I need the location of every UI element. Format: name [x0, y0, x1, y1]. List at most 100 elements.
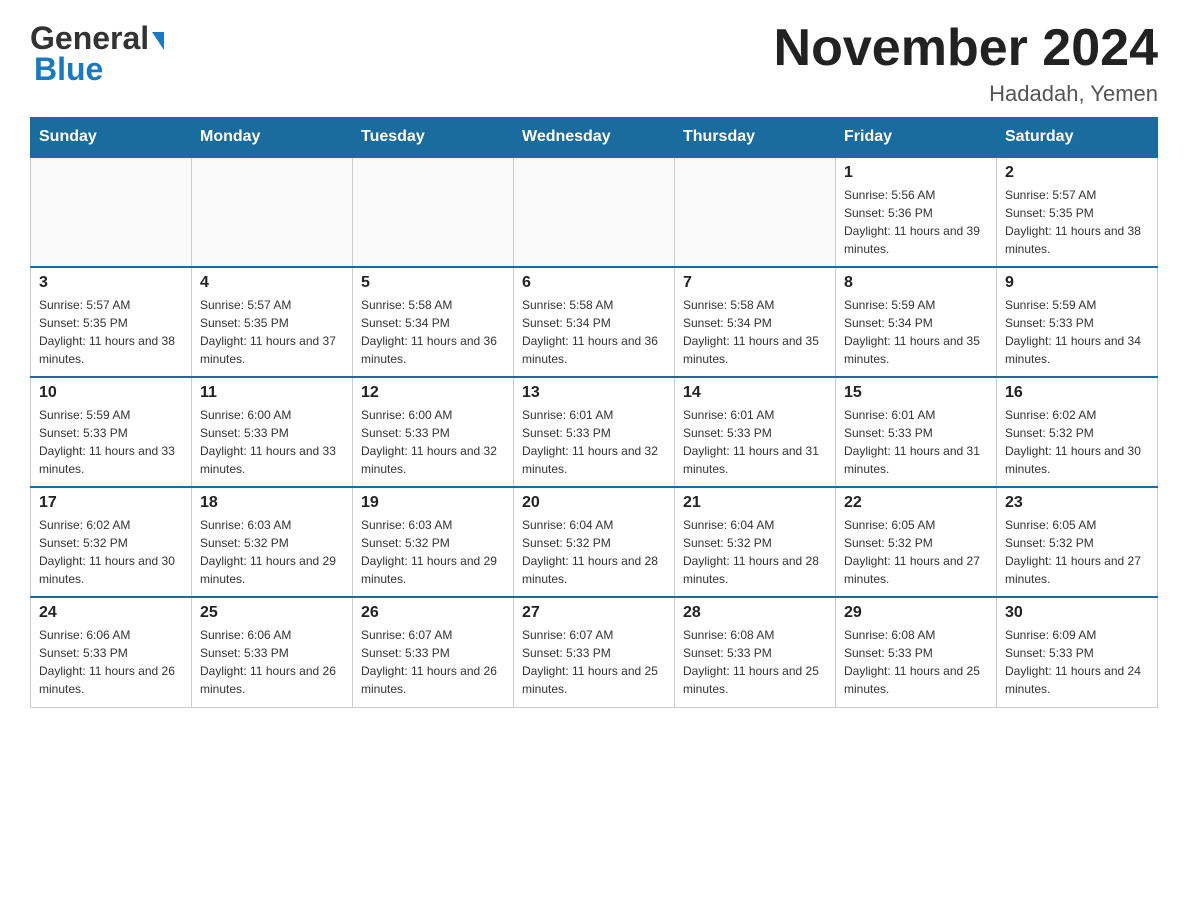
calendar-cell: 13 Sunrise: 6:01 AMSunset: 5:33 PMDayligh… — [514, 377, 675, 487]
day-info: Sunrise: 5:57 AMSunset: 5:35 PMDaylight:… — [1005, 186, 1149, 258]
day-info: Sunrise: 6:04 AMSunset: 5:32 PMDaylight:… — [683, 516, 827, 588]
day-number: 9 — [1005, 274, 1149, 292]
day-info: Sunrise: 6:07 AMSunset: 5:33 PMDaylight:… — [522, 626, 666, 698]
calendar-cell: 11 Sunrise: 6:00 AMSunset: 5:33 PMDayligh… — [192, 377, 353, 487]
day-number: 24 — [39, 604, 183, 622]
calendar-cell: 17 Sunrise: 6:02 AMSunset: 5:32 PMDayligh… — [31, 487, 192, 597]
day-number: 4 — [200, 274, 344, 292]
day-number: 6 — [522, 274, 666, 292]
day-info: Sunrise: 6:03 AMSunset: 5:32 PMDaylight:… — [361, 516, 505, 588]
week-row-4: 17 Sunrise: 6:02 AMSunset: 5:32 PMDayligh… — [31, 487, 1158, 597]
calendar-cell: 24 Sunrise: 6:06 AMSunset: 5:33 PMDayligh… — [31, 597, 192, 707]
day-number: 10 — [39, 384, 183, 402]
day-number: 22 — [844, 494, 988, 512]
calendar-cell — [514, 157, 675, 267]
day-info: Sunrise: 5:58 AMSunset: 5:34 PMDaylight:… — [361, 296, 505, 368]
calendar-cell: 14 Sunrise: 6:01 AMSunset: 5:33 PMDayligh… — [675, 377, 836, 487]
day-info: Sunrise: 5:59 AMSunset: 5:33 PMDaylight:… — [39, 406, 183, 478]
calendar-cell: 27 Sunrise: 6:07 AMSunset: 5:33 PMDayligh… — [514, 597, 675, 707]
day-number: 25 — [200, 604, 344, 622]
location: Hadadah, Yemen — [774, 81, 1158, 107]
day-number: 27 — [522, 604, 666, 622]
calendar-cell — [192, 157, 353, 267]
day-info: Sunrise: 5:58 AMSunset: 5:34 PMDaylight:… — [683, 296, 827, 368]
day-number: 16 — [1005, 384, 1149, 402]
day-info: Sunrise: 6:00 AMSunset: 5:33 PMDaylight:… — [200, 406, 344, 478]
day-number: 18 — [200, 494, 344, 512]
calendar-cell: 22 Sunrise: 6:05 AMSunset: 5:32 PMDayligh… — [836, 487, 997, 597]
page-header: General Blue November 2024 Hadadah, Yeme… — [30, 20, 1158, 107]
day-number: 13 — [522, 384, 666, 402]
week-row-3: 10 Sunrise: 5:59 AMSunset: 5:33 PMDayligh… — [31, 377, 1158, 487]
day-number: 11 — [200, 384, 344, 402]
calendar-cell: 23Sunrise: 6:05 AMSunset: 5:32 PMDayligh… — [997, 487, 1158, 597]
logo-triangle-icon — [152, 32, 164, 50]
calendar-cell: 16 Sunrise: 6:02 AMSunset: 5:32 PMDayligh… — [997, 377, 1158, 487]
weekday-header-row: SundayMondayTuesdayWednesdayThursdayFrid… — [31, 118, 1158, 158]
week-row-5: 24 Sunrise: 6:06 AMSunset: 5:33 PMDayligh… — [31, 597, 1158, 707]
day-info: Sunrise: 6:03 AMSunset: 5:32 PMDaylight:… — [200, 516, 344, 588]
day-info: Sunrise: 6:00 AMSunset: 5:33 PMDaylight:… — [361, 406, 505, 478]
day-info: Sunrise: 6:06 AMSunset: 5:33 PMDaylight:… — [200, 626, 344, 698]
day-info: Sunrise: 5:59 AMSunset: 5:34 PMDaylight:… — [844, 296, 988, 368]
day-info: Sunrise: 6:05 AMSunset: 5:32 PMDaylight:… — [1005, 516, 1149, 588]
calendar-table: SundayMondayTuesdayWednesdayThursdayFrid… — [30, 117, 1158, 708]
day-number: 20 — [522, 494, 666, 512]
calendar-cell — [675, 157, 836, 267]
logo-blue: Blue — [34, 51, 103, 88]
day-number: 29 — [844, 604, 988, 622]
day-number: 3 — [39, 274, 183, 292]
day-info: Sunrise: 6:04 AMSunset: 5:32 PMDaylight:… — [522, 516, 666, 588]
day-number: 21 — [683, 494, 827, 512]
calendar-cell: 30 Sunrise: 6:09 AMSunset: 5:33 PMDayligh… — [997, 597, 1158, 707]
day-info: Sunrise: 5:57 AMSunset: 5:35 PMDaylight:… — [200, 296, 344, 368]
day-info: Sunrise: 6:08 AMSunset: 5:33 PMDaylight:… — [844, 626, 988, 698]
calendar-cell: 25 Sunrise: 6:06 AMSunset: 5:33 PMDayligh… — [192, 597, 353, 707]
calendar-cell: 1 Sunrise: 5:56 AMSunset: 5:36 PMDaylight… — [836, 157, 997, 267]
day-number: 30 — [1005, 604, 1149, 622]
day-info: Sunrise: 5:56 AMSunset: 5:36 PMDaylight:… — [844, 186, 988, 258]
day-number: 5 — [361, 274, 505, 292]
day-info: Sunrise: 5:57 AMSunset: 5:35 PMDaylight:… — [39, 296, 183, 368]
day-info: Sunrise: 5:58 AMSunset: 5:34 PMDaylight:… — [522, 296, 666, 368]
weekday-header-friday: Friday — [836, 118, 997, 158]
calendar-cell: 12 Sunrise: 6:00 AMSunset: 5:33 PMDayligh… — [353, 377, 514, 487]
day-number: 1 — [844, 164, 988, 182]
weekday-header-sunday: Sunday — [31, 118, 192, 158]
week-row-1: 1 Sunrise: 5:56 AMSunset: 5:36 PMDaylight… — [31, 157, 1158, 267]
day-info: Sunrise: 6:08 AMSunset: 5:33 PMDaylight:… — [683, 626, 827, 698]
weekday-header-tuesday: Tuesday — [353, 118, 514, 158]
calendar-cell: 5 Sunrise: 5:58 AMSunset: 5:34 PMDaylight… — [353, 267, 514, 377]
day-number: 7 — [683, 274, 827, 292]
weekday-header-monday: Monday — [192, 118, 353, 158]
day-info: Sunrise: 6:06 AMSunset: 5:33 PMDaylight:… — [39, 626, 183, 698]
day-number: 14 — [683, 384, 827, 402]
calendar-cell: 3 Sunrise: 5:57 AMSunset: 5:35 PMDaylight… — [31, 267, 192, 377]
day-number: 15 — [844, 384, 988, 402]
calendar-cell: 2 Sunrise: 5:57 AMSunset: 5:35 PMDaylight… — [997, 157, 1158, 267]
day-info: Sunrise: 6:02 AMSunset: 5:32 PMDaylight:… — [1005, 406, 1149, 478]
title-section: November 2024 Hadadah, Yemen — [774, 20, 1158, 107]
day-info: Sunrise: 6:05 AMSunset: 5:32 PMDaylight:… — [844, 516, 988, 588]
day-number: 19 — [361, 494, 505, 512]
day-number: 28 — [683, 604, 827, 622]
day-number: 17 — [39, 494, 183, 512]
calendar-cell: 26Sunrise: 6:07 AMSunset: 5:33 PMDayligh… — [353, 597, 514, 707]
day-info: Sunrise: 5:59 AMSunset: 5:33 PMDaylight:… — [1005, 296, 1149, 368]
day-info: Sunrise: 6:09 AMSunset: 5:33 PMDaylight:… — [1005, 626, 1149, 698]
calendar-cell: 6 Sunrise: 5:58 AMSunset: 5:34 PMDaylight… — [514, 267, 675, 377]
calendar-cell: 19 Sunrise: 6:03 AMSunset: 5:32 PMDayligh… — [353, 487, 514, 597]
day-info: Sunrise: 6:01 AMSunset: 5:33 PMDaylight:… — [522, 406, 666, 478]
calendar-cell: 21 Sunrise: 6:04 AMSunset: 5:32 PMDayligh… — [675, 487, 836, 597]
calendar-cell: 15Sunrise: 6:01 AMSunset: 5:33 PMDayligh… — [836, 377, 997, 487]
weekday-header-thursday: Thursday — [675, 118, 836, 158]
day-number: 12 — [361, 384, 505, 402]
calendar-cell: 7 Sunrise: 5:58 AMSunset: 5:34 PMDaylight… — [675, 267, 836, 377]
day-number: 2 — [1005, 164, 1149, 182]
calendar-cell: 28 Sunrise: 6:08 AMSunset: 5:33 PMDayligh… — [675, 597, 836, 707]
month-title: November 2024 — [774, 20, 1158, 77]
day-number: 8 — [844, 274, 988, 292]
day-info: Sunrise: 6:01 AMSunset: 5:33 PMDaylight:… — [683, 406, 827, 478]
day-info: Sunrise: 6:02 AMSunset: 5:32 PMDaylight:… — [39, 516, 183, 588]
week-row-2: 3 Sunrise: 5:57 AMSunset: 5:35 PMDaylight… — [31, 267, 1158, 377]
